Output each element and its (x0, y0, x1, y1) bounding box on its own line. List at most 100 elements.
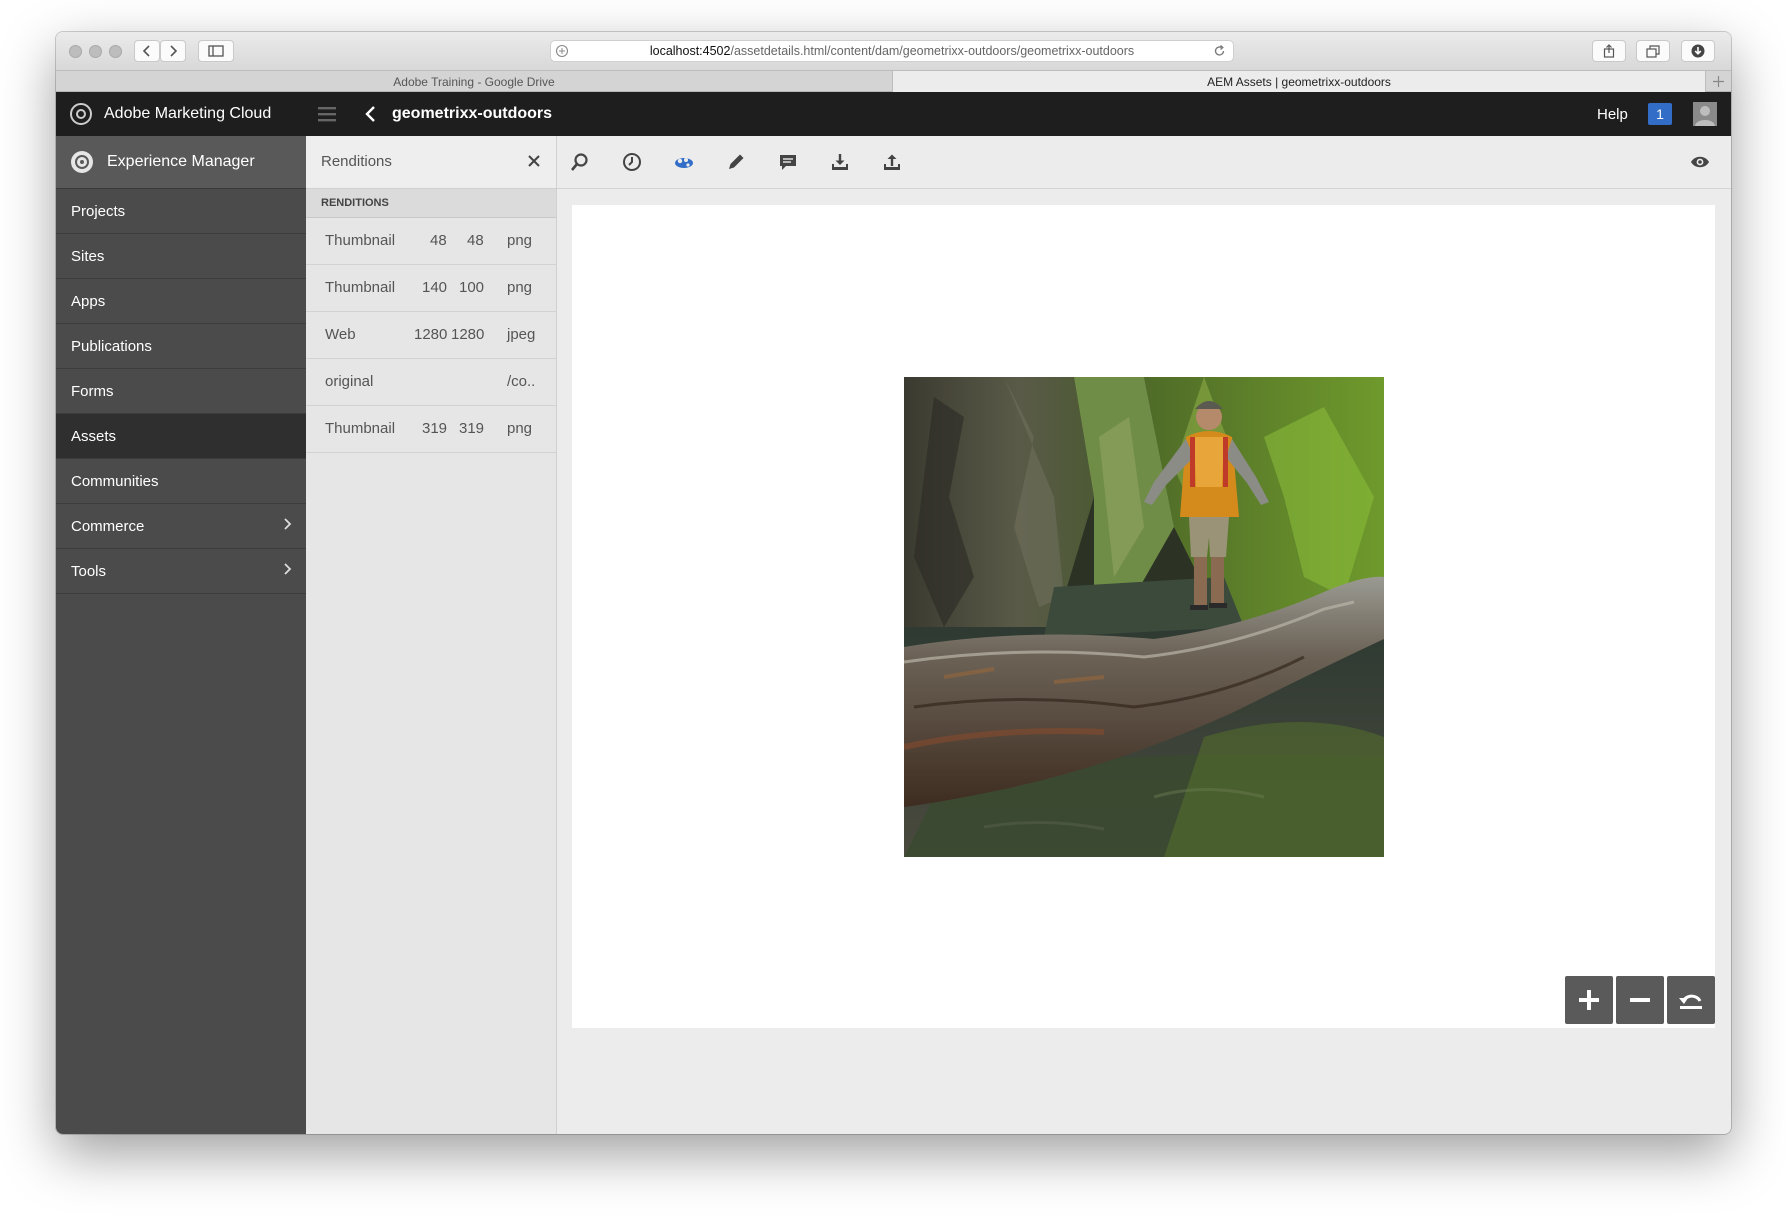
upload-icon[interactable] (879, 149, 905, 175)
tab-label: Adobe Training - Google Drive (393, 74, 555, 89)
nav-item-forms[interactable]: Forms (56, 369, 306, 414)
asset-toolbar (557, 136, 1731, 189)
rendition-format: png (507, 232, 533, 249)
share-button[interactable] (1592, 40, 1626, 62)
tabs-icon (1646, 44, 1660, 58)
nav-item-publications[interactable]: Publications (56, 324, 306, 369)
back-icon (142, 45, 150, 57)
sidebar-toggle-button[interactable] (198, 40, 234, 62)
rendition-name: Thumbnail (325, 232, 396, 249)
rendition-format: png (507, 420, 533, 437)
experience-manager-logo-icon (71, 151, 93, 173)
nav-label: Forms (71, 382, 114, 400)
share-icon (1603, 44, 1615, 58)
download-circle-icon (1691, 44, 1705, 58)
forward-icon (170, 45, 178, 57)
back-button[interactable] (134, 40, 160, 62)
product-switcher[interactable]: Experience Manager (56, 136, 306, 189)
hamburger-menu-icon[interactable] (318, 106, 336, 122)
close-window-button[interactable] (69, 45, 82, 58)
address-bar[interactable]: localhost:4502/assetdetails.html/content… (550, 40, 1234, 62)
zoom-window-button[interactable] (109, 45, 122, 58)
rendition-name: Thumbnail (325, 279, 396, 296)
nav-item-apps[interactable]: Apps (56, 279, 306, 324)
browser-titlebar: localhost:4502/assetdetails.html/content… (56, 32, 1731, 70)
nav-item-communities[interactable]: Communities (56, 459, 306, 504)
product-name: Experience Manager (107, 153, 255, 170)
nav-label: Apps (71, 292, 106, 310)
app-header: Adobe Marketing Cloud geometrixx-outdoor… (56, 92, 1731, 136)
rendition-height: 48 (467, 232, 484, 249)
rendition-height: 319 (459, 420, 485, 437)
download-icon[interactable] (827, 149, 853, 175)
nav-item-commerce[interactable]: Commerce (56, 504, 306, 549)
tab-aem-assets[interactable]: AEM Assets | geometrixx-outdoors (892, 71, 1706, 92)
zoom-out-button[interactable] (1616, 976, 1664, 1024)
rendition-format: jpeg (507, 326, 536, 343)
nav-item-projects[interactable]: Projects (56, 189, 306, 234)
notifications-badge[interactable]: 1 (1648, 103, 1672, 125)
asset-image[interactable] (904, 377, 1384, 857)
rendition-row[interactable]: Thumbnail 48 48 png (306, 218, 556, 265)
panel-header: Renditions (306, 136, 556, 189)
edit-icon[interactable] (723, 149, 749, 175)
comment-icon[interactable] (775, 149, 801, 175)
timeline-icon[interactable] (619, 149, 645, 175)
rendition-row[interactable]: Thumbnail 319 319 png (306, 406, 556, 453)
rendition-width: 319 (422, 420, 448, 437)
tab-overview-button[interactable] (1636, 40, 1670, 62)
nav-label: Communities (71, 472, 159, 490)
nav-item-assets[interactable]: Assets (56, 414, 306, 459)
plus-icon (1713, 76, 1724, 87)
rendition-width: 48 (430, 232, 447, 249)
nav-label: Tools (71, 562, 107, 580)
rendition-row[interactable]: original /co.. (306, 359, 556, 406)
close-panel-icon[interactable] (527, 154, 541, 168)
site-info-icon (555, 44, 569, 61)
help-link[interactable]: Help (1597, 106, 1628, 123)
panel-title: Renditions (321, 153, 392, 170)
nav-item-tools[interactable]: Tools (56, 549, 306, 594)
tab-google-drive[interactable]: Adobe Training - Google Drive (56, 71, 892, 92)
page-title: geometrixx-outdoors (392, 105, 553, 122)
address-host: localhost:4502 (649, 44, 731, 58)
reset-zoom-button[interactable] (1667, 976, 1715, 1024)
chevron-right-icon (283, 561, 292, 581)
rendition-height: 100 (459, 279, 485, 296)
browser-tabs: Adobe Training - Google Drive AEM Assets… (56, 70, 1731, 92)
sidebar-icon (208, 45, 224, 57)
new-tab-button[interactable] (1706, 71, 1731, 92)
reload-icon[interactable] (1213, 44, 1226, 61)
user-avatar[interactable] (1693, 102, 1717, 126)
browser-window: localhost:4502/assetdetails.html/content… (56, 32, 1731, 1134)
rendition-row[interactable]: Thumbnail 140 100 png (306, 265, 556, 312)
renditions-icon[interactable] (671, 149, 697, 175)
view-icon[interactable] (1687, 149, 1713, 175)
asset-preview-canvas (572, 205, 1715, 1028)
nav-item-sites[interactable]: Sites (56, 234, 306, 279)
search-icon[interactable] (567, 149, 593, 175)
chevron-right-icon (283, 516, 292, 536)
rendition-height: 1280 (451, 326, 485, 343)
rendition-row[interactable]: Web 1280 1280 jpeg (306, 312, 556, 359)
rendition-name: Thumbnail (325, 420, 396, 437)
forward-button[interactable] (160, 40, 186, 62)
zoom-in-button[interactable] (1565, 976, 1613, 1024)
nav-label: Assets (71, 427, 117, 445)
user-icon (1695, 106, 1715, 126)
global-nav-rail: Experience Manager Projects Sites Apps P… (56, 136, 306, 1134)
downloads-button[interactable] (1681, 40, 1715, 62)
nav-label: Sites (71, 247, 105, 265)
nav-label: Projects (71, 202, 126, 220)
minus-icon (1630, 998, 1650, 1002)
rendition-width: 1280 (414, 326, 448, 343)
renditions-section-header: RENDITIONS (306, 189, 556, 218)
rendition-format: /co.. (507, 373, 536, 390)
rendition-width: 140 (422, 279, 448, 296)
back-navigation-icon[interactable] (364, 105, 376, 123)
rendition-name: Web (325, 326, 356, 343)
nav-label: Publications (71, 337, 152, 355)
minimize-window-button[interactable] (89, 45, 102, 58)
undo-icon (1679, 994, 1702, 1009)
rendition-format: png (507, 279, 533, 296)
